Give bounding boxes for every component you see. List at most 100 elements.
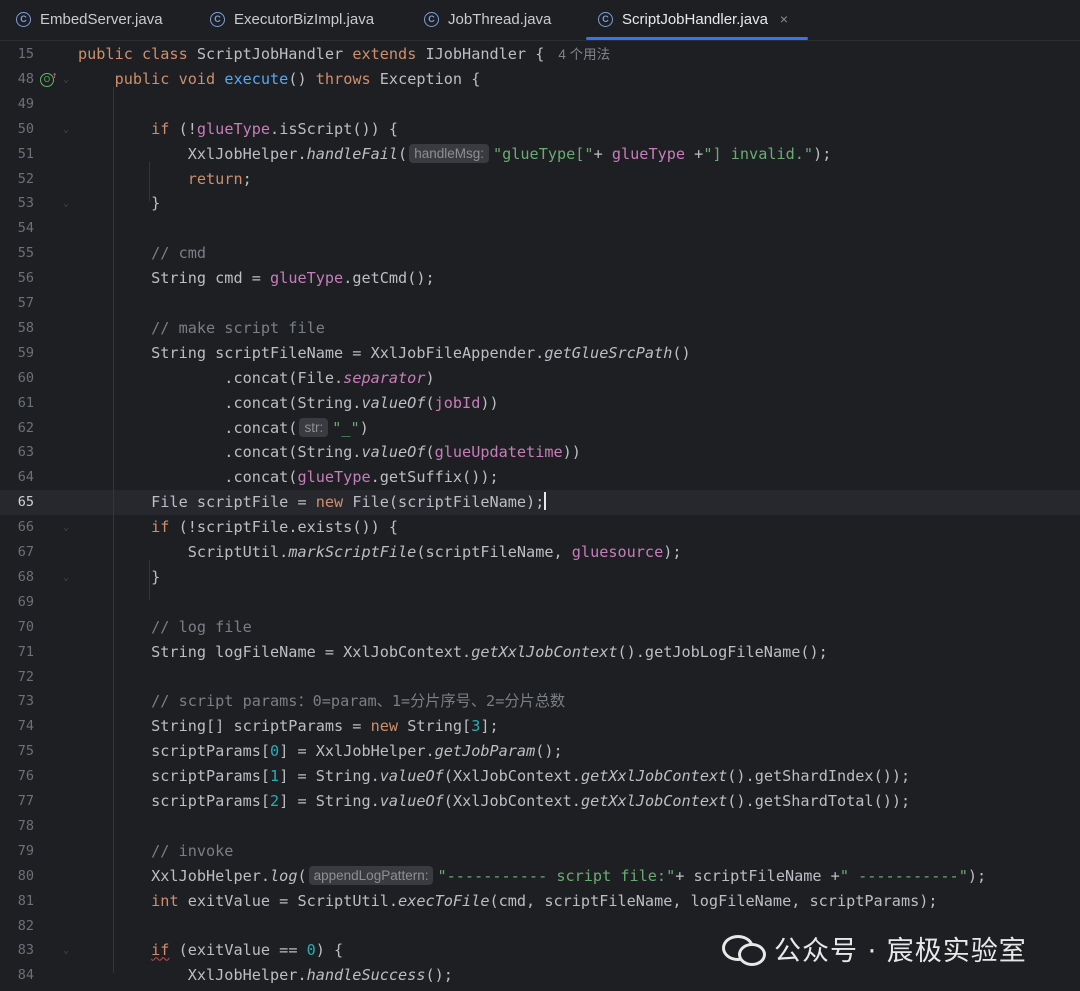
fold-icon[interactable]: ⌄ [63, 67, 69, 92]
code-text: // make script file [151, 318, 325, 337]
code-text: String scriptFileName = XxlJobFileAppend… [78, 343, 691, 362]
line-number: 76 [17, 768, 34, 785]
code-line[interactable]: 79 // invoke [0, 839, 1080, 864]
code-text: scriptParams[0] = XxlJobHelper.getJobPar… [78, 742, 563, 761]
code-line[interactable]: 74 String[] scriptParams = new String[3]… [0, 714, 1080, 739]
code-line[interactable]: 54 [0, 216, 1080, 241]
line-number: 82 [17, 917, 34, 934]
line-number: 65 [17, 494, 34, 511]
line-number: 52 [17, 170, 34, 187]
tab-embedserver[interactable]: C EmbedServer.java [16, 0, 163, 38]
code-text: .concat(File.separator) [78, 368, 435, 387]
code-line[interactable]: 53 ⌄ } [0, 191, 1080, 216]
code-text: if (!glueType.isScript()) { [151, 119, 399, 138]
close-icon[interactable]: × [780, 11, 788, 27]
code-line[interactable]: 49 [0, 92, 1080, 117]
code-text: public class ScriptJobHandler extends IJ… [78, 45, 611, 63]
tab-jobthread[interactable]: C JobThread.java [424, 0, 551, 38]
code-line[interactable]: 60 .concat(File.separator) [0, 366, 1080, 391]
code-text: // script params：0=param、1=分片序号、2=分片总数 [151, 692, 566, 711]
fold-icon[interactable]: ⌄ [63, 117, 69, 142]
code-line[interactable]: 64 .concat(glueType.getSuffix()); [0, 465, 1080, 490]
code-line[interactable]: 81 int exitValue = ScriptUtil.execToFile… [0, 889, 1080, 914]
code-text: XxlJobHelper.handleSuccess(); [78, 966, 453, 985]
code-text: scriptParams[1] = String.valueOf(XxlJobC… [78, 767, 911, 786]
code-line[interactable]: 65 File scriptFile = new File(scriptFile… [0, 490, 1080, 516]
code-line[interactable]: 57 [0, 291, 1080, 316]
code-line[interactable]: 15 public class ScriptJobHandler extends … [0, 42, 1080, 67]
line-number: 83 [17, 942, 34, 959]
tab-scriptjobhandler[interactable]: C ScriptJobHandler.java × [598, 0, 788, 38]
code-text: .concat(glueType.getSuffix()); [78, 468, 499, 487]
line-number: 71 [17, 643, 34, 660]
java-class-icon: C [16, 11, 31, 27]
code-line[interactable]: 75 scriptParams[0] = XxlJobHelper.getJob… [0, 739, 1080, 764]
line-number: 62 [17, 419, 34, 436]
code-line[interactable]: 73 // script params：0=param、1=分片序号、2=分片总… [0, 689, 1080, 714]
line-number: 61 [17, 394, 34, 411]
code-line[interactable]: 67 ScriptUtil.markScriptFile(scriptFileN… [0, 540, 1080, 565]
code-line[interactable]: 62 .concat(str: "_") [0, 416, 1080, 441]
code-line[interactable]: 51 XxlJobHelper.handleFail(handleMsg: "gl… [0, 142, 1080, 167]
line-number: 66 [17, 519, 34, 536]
code-text: return; [187, 169, 252, 188]
code-line[interactable]: 71 String logFileName = XxlJobContext.ge… [0, 640, 1080, 665]
code-line[interactable]: 61 .concat(String.valueOf(jobId)) [0, 391, 1080, 416]
code-text: scriptParams[2] = String.valueOf(XxlJobC… [78, 792, 911, 810]
code-text: int exitValue = ScriptUtil.execToFile(cm… [151, 891, 938, 910]
watermark-text: 公众号 · 宸极实验室 [774, 935, 1027, 967]
code-text: String logFileName = XxlJobContext.getXx… [78, 642, 828, 661]
code-line[interactable]: 66 ⌄ if (!scriptFile.exists()) { [0, 515, 1080, 540]
code-line[interactable]: 72 [0, 665, 1080, 690]
line-number: 63 [17, 444, 34, 461]
usages-inlay-hint[interactable]: 4 个用法 [558, 47, 610, 62]
tab-label: EmbedServer.java [40, 10, 163, 28]
line-number: 15 [17, 46, 34, 62]
line-number: 69 [17, 593, 34, 610]
code-text: if (!scriptFile.exists()) { [151, 518, 399, 537]
code-text: .concat(String.valueOf(jobId)) [78, 393, 499, 412]
code-line[interactable]: 70 // log file [0, 615, 1080, 640]
code-line[interactable]: 55 // cmd [0, 241, 1080, 266]
line-number: 60 [17, 369, 34, 386]
line-number: 51 [17, 145, 34, 162]
code-line[interactable]: 78 [0, 814, 1080, 839]
line-number: 54 [17, 220, 34, 237]
line-number: 74 [17, 718, 34, 735]
code-line[interactable]: 77 scriptParams[2] = String.valueOf(XxlJ… [0, 789, 1080, 814]
indent-guide [149, 560, 150, 600]
code-line[interactable]: 58 // make script file [0, 316, 1080, 341]
code-text: ScriptUtil.markScriptFile(scriptFileName… [78, 543, 682, 561]
watermark: 公众号 · 宸极实验室 [722, 928, 1027, 968]
tab-label: ExecutorBizImpl.java [234, 10, 375, 28]
wechat-icon [722, 933, 766, 966]
code-text: .concat(str: "_") [78, 417, 369, 437]
code-line[interactable]: 76 scriptParams[1] = String.valueOf(XxlJ… [0, 764, 1080, 789]
code-line[interactable]: 59 String scriptFileName = XxlJobFileApp… [0, 341, 1080, 366]
line-number: 84 [17, 967, 34, 984]
line-number: 80 [17, 867, 34, 884]
line-number: 57 [17, 295, 34, 311]
tab-executorbizimpl[interactable]: C ExecutorBizImpl.java [210, 0, 374, 38]
code-line[interactable]: 50 ⌄ if (!glueType.isScript()) { [0, 117, 1080, 142]
code-text: // cmd [151, 244, 207, 263]
code-text: public void execute() throws Exception { [114, 69, 481, 88]
fold-icon[interactable]: ⌄ [63, 191, 69, 216]
tab-label: ScriptJobHandler.java [622, 10, 768, 28]
fold-icon[interactable]: ⌄ [63, 565, 69, 590]
code-line[interactable]: 80 XxlJobHelper.log(appendLogPattern: "--… [0, 864, 1080, 889]
code-line[interactable]: 52 return; [0, 167, 1080, 192]
code-line[interactable]: 68 ⌄ } [0, 565, 1080, 590]
code-line[interactable]: 63 .concat(String.valueOf(glueUpdatetime… [0, 440, 1080, 465]
line-number: 70 [17, 618, 34, 635]
line-number: 55 [17, 245, 34, 262]
code-text: XxlJobHelper.handleFail(handleMsg: "glueT… [78, 143, 832, 163]
code-text: File scriptFile = new File(scriptFileNam… [78, 492, 547, 512]
fold-icon[interactable]: ⌄ [63, 515, 69, 540]
code-line[interactable]: 48 O ↑ ⌄ public void execute() throws Excep… [0, 67, 1080, 92]
code-line[interactable]: 69 [0, 590, 1080, 615]
code-line[interactable]: 56 String cmd = glueType.getCmd(); [0, 266, 1080, 291]
fold-icon[interactable]: ⌄ [63, 938, 69, 963]
line-number: 49 [17, 95, 34, 112]
code-editor[interactable]: 15 public class ScriptJobHandler extends … [0, 42, 1080, 991]
